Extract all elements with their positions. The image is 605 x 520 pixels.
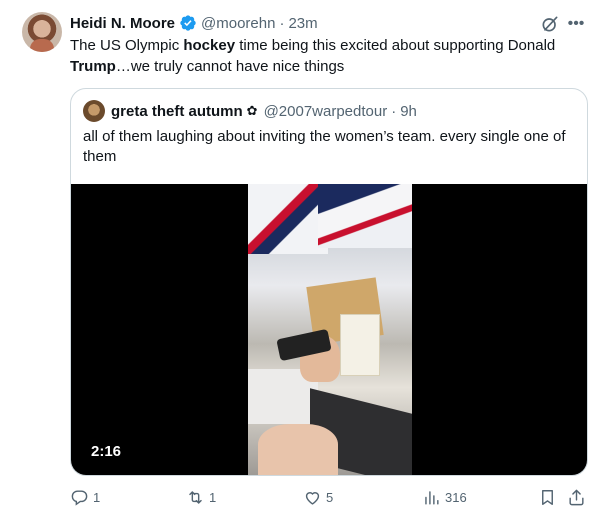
video-player[interactable]: 2:16 [71, 184, 587, 475]
tweet-text-bold: Trump [70, 58, 116, 75]
views-icon [425, 490, 439, 505]
like-count: 5 [326, 489, 334, 505]
action-bar: 1 1 5 316 [70, 486, 590, 508]
quoted-tweet-time[interactable]: 9h [400, 103, 417, 120]
flower-icon: ✿ [246, 103, 258, 118]
quoted-author-name[interactable]: greta theft autumn [111, 103, 243, 120]
reply-button[interactable]: 1 [70, 486, 100, 508]
tweet-text-part: time being this excited about supporting… [235, 37, 556, 54]
video-frame [248, 184, 412, 475]
quoted-author-handle[interactable]: @2007warpedtour [264, 103, 388, 120]
bookmark-button[interactable] [538, 486, 557, 508]
views-count: 316 [445, 489, 467, 505]
quoted-author-avatar[interactable] [83, 100, 105, 122]
share-button[interactable] [567, 486, 586, 508]
tweet[interactable]: Heidi N. Moore @moorehn · 23m ••• The US… [0, 0, 605, 520]
author-handle[interactable]: @moorehn [201, 15, 275, 32]
separator-dot: · [279, 14, 285, 32]
quoted-tweet-text: all of them laughing about inviting the … [83, 128, 566, 165]
retweet-icon [189, 490, 202, 504]
grok-icon[interactable] [540, 14, 560, 34]
author-avatar[interactable] [22, 12, 62, 52]
quoted-tweet-header: greta theft autumn ✿ @2007warpedtour · 9… [111, 100, 417, 122]
author-name[interactable]: Heidi N. Moore [70, 15, 175, 32]
tweet-text-bold: hockey [183, 37, 236, 54]
reply-count: 1 [93, 489, 101, 505]
separator-dot: · [391, 102, 397, 120]
tweet-header: Heidi N. Moore @moorehn · 23m [70, 12, 318, 34]
tweet-text-part: …we truly cannot have nice things [115, 58, 345, 75]
verified-badge-icon [180, 15, 196, 31]
tweet-text-part: The US Olympic [70, 37, 184, 54]
tweet-text: The US Olympic hockey time being this ex… [70, 35, 590, 77]
retweet-button[interactable]: 1 [186, 486, 216, 508]
share-icon [569, 489, 584, 505]
bookmark-icon [542, 489, 553, 505]
more-icon[interactable]: ••• [566, 14, 586, 34]
reply-icon [71, 489, 88, 506]
like-icon [305, 491, 320, 505]
video-duration: 2:16 [91, 443, 122, 460]
retweet-count: 1 [209, 489, 217, 505]
tweet-time[interactable]: 23m [288, 15, 317, 32]
views-button[interactable]: 316 [422, 486, 467, 508]
quoted-tweet[interactable]: greta theft autumn ✿ @2007warpedtour · 9… [70, 88, 588, 476]
like-button[interactable]: 5 [303, 486, 333, 508]
